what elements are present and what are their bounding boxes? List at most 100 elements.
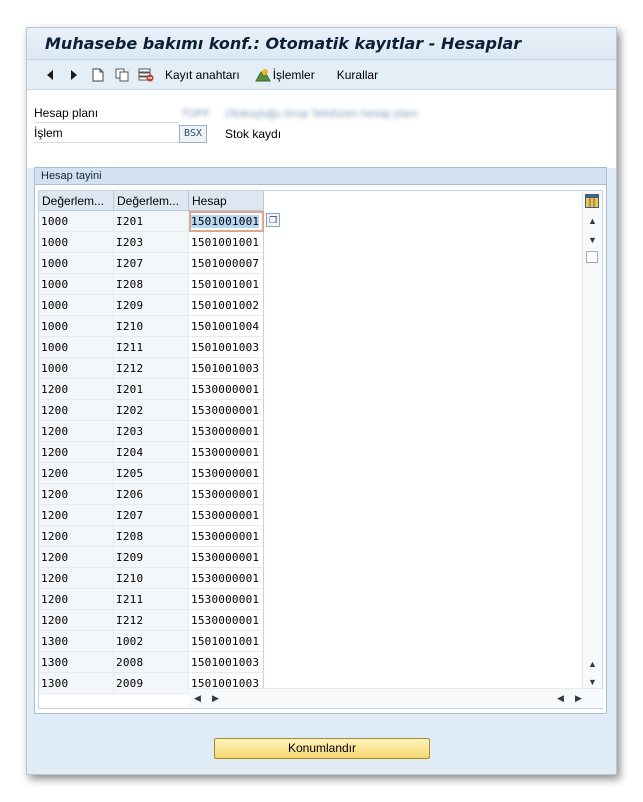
- account-cell[interactable]: 1530000001: [189, 442, 264, 463]
- cell-text: 1200: [41, 593, 69, 606]
- valuation-modifier-cell: 1200: [39, 442, 114, 463]
- cell-text: 1000: [41, 236, 69, 249]
- transaction-field[interactable]: BSX: [179, 125, 207, 143]
- forward-arrow-icon[interactable]: [65, 65, 83, 85]
- account-cell[interactable]: 1530000001: [189, 610, 264, 631]
- account-cell[interactable]: 1530000001: [189, 421, 264, 442]
- valuation-class-cell: I202: [114, 400, 189, 421]
- posting-key-button[interactable]: Kayıt anahtarı: [161, 68, 244, 82]
- cell-text: I208: [116, 530, 144, 543]
- column-header-valuation-class[interactable]: Değerlem...: [114, 191, 189, 211]
- cell-text: I211: [116, 341, 144, 354]
- account-cell[interactable]: 1530000001: [189, 568, 264, 589]
- column-header-valuation-modifier[interactable]: Değerlem...: [39, 191, 114, 211]
- scroll-right-icon[interactable]: ▶: [212, 693, 219, 704]
- cell-text: 1501001001: [191, 215, 260, 228]
- application-toolbar: Kayıt anahtarı İşlemler Kurallar: [27, 60, 616, 90]
- scroll-up-icon[interactable]: ▲: [588, 216, 597, 226]
- account-cell[interactable]: 1501001001: [189, 274, 264, 295]
- valuation-modifier-cell: 1200: [39, 568, 114, 589]
- account-cell[interactable]: 1501001001: [189, 211, 264, 232]
- position-button[interactable]: Konumlandır: [214, 738, 430, 759]
- cell-text: I205: [116, 467, 144, 480]
- account-cell[interactable]: 1530000001: [189, 463, 264, 484]
- valuation-modifier-cell: 1300: [39, 652, 114, 673]
- table-grid: Değerlem... Değerlem... Hesap 1000 I201 15…: [39, 191, 585, 694]
- valuation-class-cell: I211: [114, 337, 189, 358]
- scroll-thumb[interactable]: [586, 251, 598, 263]
- valuation-class-cell: I209: [114, 295, 189, 316]
- column-header-account[interactable]: Hesap: [189, 191, 264, 211]
- cell-text: 1530000001: [191, 614, 260, 627]
- account-cell[interactable]: 1501000007: [189, 253, 264, 274]
- valuation-class-cell: I212: [114, 610, 189, 631]
- valuation-class-cell: I211: [114, 589, 189, 610]
- delete-icon[interactable]: [137, 65, 155, 85]
- cell-text: 1000: [41, 362, 69, 375]
- account-cell[interactable]: 1501001002: [189, 295, 264, 316]
- copy-icon[interactable]: [113, 65, 131, 85]
- procedures-icon[interactable]: [254, 65, 272, 85]
- account-cell[interactable]: 1530000001: [189, 484, 264, 505]
- new-document-icon[interactable]: [89, 65, 107, 85]
- account-cell[interactable]: 1501001001: [189, 232, 264, 253]
- account-cell[interactable]: 1530000001: [189, 547, 264, 568]
- cell-text: 1530000001: [191, 488, 260, 501]
- scroll-page-up-icon[interactable]: ▲: [588, 659, 597, 669]
- cell-text: 2009: [116, 677, 144, 690]
- cell-text: 1530000001: [191, 404, 260, 417]
- account-cell[interactable]: 1530000001: [189, 526, 264, 547]
- cell-text: 1000: [41, 341, 69, 354]
- procedures-button[interactable]: İşlemler: [272, 68, 319, 82]
- title-bar: Muhasebe bakımı konf.: Otomatik kayıtlar…: [27, 28, 616, 60]
- group-title: Hesap tayini: [35, 168, 606, 185]
- column-settings-icon[interactable]: [585, 194, 599, 208]
- account-cell[interactable]: 1501001004: [189, 316, 264, 337]
- valuation-class-cell: I204: [114, 442, 189, 463]
- horizontal-scrollbar[interactable]: ◀ ▶ ◀ ▶: [189, 688, 604, 708]
- cell-text: 1000: [41, 320, 69, 333]
- valuation-modifier-cell: 1000: [39, 337, 114, 358]
- scroll-page-down-icon[interactable]: ▼: [588, 677, 597, 687]
- cell-text: I202: [116, 404, 144, 417]
- cell-text: 1000: [41, 215, 69, 228]
- cell-text: I208: [116, 278, 144, 291]
- value-help-icon[interactable]: ❐: [266, 213, 280, 227]
- valuation-modifier-cell: 1200: [39, 547, 114, 568]
- cell-text: I212: [116, 614, 144, 627]
- valuation-modifier-cell: 1000: [39, 295, 114, 316]
- account-cell[interactable]: 1530000001: [189, 400, 264, 421]
- cell-text: 1300: [41, 635, 69, 648]
- valuation-modifier-cell: 1000: [39, 358, 114, 379]
- cell-text: 1200: [41, 551, 69, 564]
- account-cell[interactable]: 1530000001: [189, 589, 264, 610]
- valuation-class-cell: I205: [114, 463, 189, 484]
- account-cell[interactable]: 1501001003: [189, 652, 264, 673]
- rules-button[interactable]: Kurallar: [333, 68, 382, 82]
- scroll-far-left-icon[interactable]: ◀: [557, 693, 564, 704]
- cell-text: I211: [116, 593, 144, 606]
- chart-of-accounts-desc: Otokoçluğu Grup Tekdüzen hesap planı: [225, 108, 419, 120]
- account-cell[interactable]: 1501001003: [189, 358, 264, 379]
- cell-text: 1300: [41, 677, 69, 690]
- valuation-class-cell: I210: [114, 568, 189, 589]
- cell-text: 1000: [41, 278, 69, 291]
- cell-text: I212: [116, 362, 144, 375]
- cell-text: 1200: [41, 446, 69, 459]
- cell-text: I210: [116, 320, 144, 333]
- account-cell[interactable]: 1501001003: [189, 337, 264, 358]
- valuation-modifier-cell: 1200: [39, 610, 114, 631]
- back-arrow-icon[interactable]: [41, 65, 59, 85]
- cell-text: 1501001003: [191, 341, 260, 354]
- scroll-left-icon[interactable]: ◀: [194, 693, 201, 704]
- scroll-down-icon[interactable]: ▼: [588, 235, 597, 245]
- account-cell[interactable]: 1530000001: [189, 505, 264, 526]
- account-cell[interactable]: 1501001001: [189, 631, 264, 652]
- valuation-modifier-cell: 1000: [39, 232, 114, 253]
- vertical-scrollbar[interactable]: ▲ ▼ ▲ ▼: [582, 191, 602, 691]
- cell-text: 1530000001: [191, 509, 260, 522]
- account-cell[interactable]: 1530000001: [189, 379, 264, 400]
- cell-text: 1501001004: [191, 320, 260, 333]
- scroll-far-right-icon[interactable]: ▶: [575, 693, 582, 704]
- cell-text: 1200: [41, 614, 69, 627]
